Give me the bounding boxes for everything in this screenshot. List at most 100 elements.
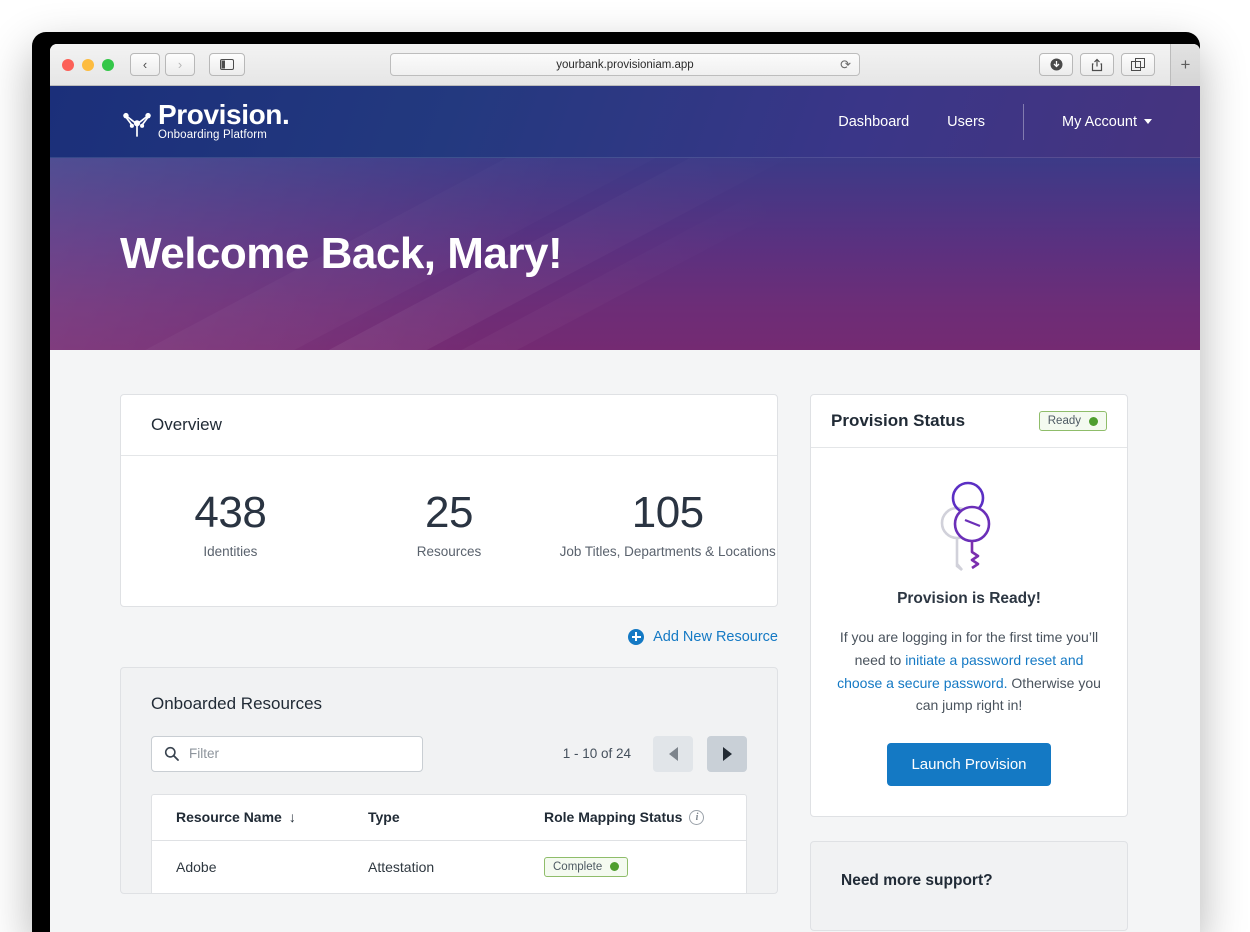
previous-page-button[interactable] xyxy=(653,736,693,772)
hero-banner: Welcome Back, Mary! xyxy=(50,158,1200,350)
logo-subtitle: Onboarding Platform xyxy=(158,130,289,142)
info-icon[interactable]: i xyxy=(689,810,704,825)
onboarded-resources-panel: Onboarded Resources 1 - 10 of 24 xyxy=(120,667,778,894)
overview-card-header: Overview xyxy=(121,395,777,456)
column-header-type[interactable]: Type xyxy=(344,809,520,825)
browser-window: ‹ › yourbank.provisioniam.app ⟳ xyxy=(32,32,1200,932)
sidebar-toggle-icon xyxy=(220,59,234,70)
add-resource-row: Add New Resource xyxy=(120,629,778,645)
column-header-resource-name[interactable]: Resource Name ↓ xyxy=(152,809,344,825)
downloads-button[interactable] xyxy=(1039,53,1073,76)
launch-provision-button[interactable]: Launch Provision xyxy=(887,743,1050,786)
address-bar[interactable]: yourbank.provisioniam.app ⟳ xyxy=(390,53,860,76)
close-window-button[interactable] xyxy=(62,59,74,71)
resources-table: Resource Name ↓ Type Role Mapping Status… xyxy=(151,794,747,893)
column-label: Type xyxy=(368,809,400,825)
stat-identities: 438 Identities xyxy=(121,490,340,562)
sort-descending-icon: ↓ xyxy=(289,809,296,825)
status-badge: Complete xyxy=(544,857,628,877)
keys-icon xyxy=(930,480,1008,572)
search-icon xyxy=(164,746,179,761)
add-new-resource-label: Add New Resource xyxy=(653,629,778,645)
provision-status-badge: Ready xyxy=(1039,411,1107,431)
filter-field[interactable] xyxy=(151,736,423,772)
chevron-right-icon xyxy=(723,747,732,761)
nav-item-dashboard[interactable]: Dashboard xyxy=(838,114,909,130)
back-button[interactable]: ‹ xyxy=(130,53,160,76)
cell-resource-name: Adobe xyxy=(152,859,344,875)
toolbar-right-tools: + xyxy=(1039,44,1188,86)
table-header-row: Resource Name ↓ Type Role Mapping Status… xyxy=(152,795,746,841)
sidebar-column: Provision Status Ready xyxy=(810,394,1128,931)
my-account-menu[interactable]: My Account xyxy=(1062,114,1152,130)
overview-stats: 438 Identities 25 Resources 105 Job Titl… xyxy=(121,456,777,606)
logo[interactable]: Provision. Onboarding Platform xyxy=(120,101,289,142)
new-tab-label: + xyxy=(1181,55,1191,75)
stat-value: 438 xyxy=(121,490,340,536)
logo-text: Provision. Onboarding Platform xyxy=(158,101,289,142)
stat-label: Identities xyxy=(121,542,340,562)
provision-status-card: Provision Status Ready xyxy=(810,394,1128,817)
provision-ready-heading: Provision is Ready! xyxy=(835,590,1103,608)
status-dot-icon xyxy=(1089,417,1098,426)
minimize-window-button[interactable] xyxy=(82,59,94,71)
provision-logo-mark xyxy=(120,110,154,140)
browser-window-inner: ‹ › yourbank.provisioniam.app ⟳ xyxy=(50,44,1200,932)
cell-type: Attestation xyxy=(344,859,520,875)
main-column: Overview 438 Identities 25 Resources 105 xyxy=(120,394,778,894)
resources-toolbar: 1 - 10 of 24 xyxy=(151,736,747,772)
reload-icon[interactable]: ⟳ xyxy=(840,57,851,73)
filter-input[interactable] xyxy=(189,746,410,761)
logo-title: Provision. xyxy=(158,101,289,129)
forward-button[interactable]: › xyxy=(165,53,195,76)
stat-resources: 25 Resources xyxy=(340,490,559,562)
support-card: Need more support? xyxy=(810,841,1128,931)
provision-status-header: Provision Status Ready xyxy=(811,395,1127,448)
next-page-button[interactable] xyxy=(707,736,747,772)
column-label: Role Mapping Status xyxy=(544,809,682,825)
sidebar-toggle-button[interactable] xyxy=(209,53,245,76)
chevron-left-icon xyxy=(669,747,678,761)
stat-label: Resources xyxy=(340,542,559,562)
stat-value: 25 xyxy=(340,490,559,536)
column-header-role-mapping-status[interactable]: Role Mapping Status i xyxy=(520,809,746,825)
navigation-buttons: ‹ › xyxy=(130,53,195,76)
plus-circle-icon xyxy=(628,629,644,645)
overview-title: Overview xyxy=(151,415,222,435)
nav-divider xyxy=(1023,104,1024,140)
status-dot-icon xyxy=(610,862,619,871)
provision-status-title: Provision Status xyxy=(831,411,965,431)
maximize-window-button[interactable] xyxy=(102,59,114,71)
share-icon xyxy=(1091,58,1103,72)
support-title: Need more support? xyxy=(841,872,1097,890)
stat-label: Job Titles, Departments & Locations xyxy=(558,542,777,562)
nav-item-users[interactable]: Users xyxy=(947,114,985,130)
overview-card: Overview 438 Identities 25 Resources 105 xyxy=(120,394,778,607)
stat-value: 105 xyxy=(558,490,777,536)
tab-overview-icon xyxy=(1131,58,1145,71)
add-new-resource-button[interactable]: Add New Resource xyxy=(628,629,778,645)
provision-status-body: Provision is Ready! If you are logging i… xyxy=(811,448,1127,816)
my-account-label: My Account xyxy=(1062,114,1137,130)
new-tab-button[interactable]: + xyxy=(1170,44,1200,86)
download-icon xyxy=(1050,58,1063,71)
cell-status: Complete xyxy=(520,857,746,877)
page-content: Overview 438 Identities 25 Resources 105 xyxy=(50,350,1200,932)
column-label: Resource Name xyxy=(176,809,282,825)
page-title: Welcome Back, Mary! xyxy=(120,229,562,279)
site-header: Provision. Onboarding Platform Dashboard… xyxy=(50,86,1200,158)
pagination: 1 - 10 of 24 xyxy=(563,736,747,772)
provision-status-badge-label: Ready xyxy=(1048,415,1081,427)
window-controls xyxy=(62,59,114,71)
onboarded-resources-title: Onboarded Resources xyxy=(151,694,747,714)
chevron-down-icon xyxy=(1144,119,1152,124)
share-button[interactable] xyxy=(1080,53,1114,76)
stat-job-titles: 105 Job Titles, Departments & Locations xyxy=(558,490,777,562)
browser-toolbar: ‹ › yourbank.provisioniam.app ⟳ xyxy=(50,44,1200,86)
primary-navigation: Dashboard Users My Account xyxy=(800,104,1152,140)
pagination-label: 1 - 10 of 24 xyxy=(563,746,631,761)
table-row[interactable]: Adobe Attestation Complete xyxy=(152,841,746,893)
status-badge-label: Complete xyxy=(553,861,602,873)
provision-ready-text: If you are logging in for the first time… xyxy=(835,626,1103,717)
show-tabs-button[interactable] xyxy=(1121,53,1155,76)
